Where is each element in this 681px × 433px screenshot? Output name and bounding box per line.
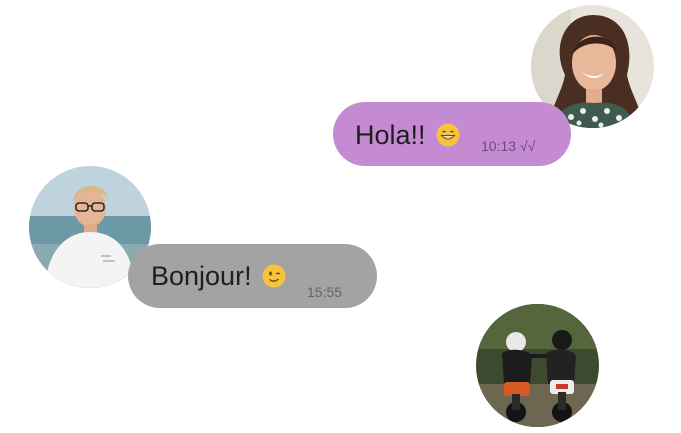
outgoing-message: Hola!! bbox=[355, 122, 460, 149]
message-time: 10:13 bbox=[481, 138, 517, 154]
message-meta: 15:55 bbox=[307, 285, 342, 299]
outgoing-message-bubble[interactable]: Hola!! 10:13 √√ bbox=[333, 102, 571, 166]
chat-canvas: Hola!! 10:13 √√ Bonjour! 15:55 bbox=[0, 0, 681, 433]
message-time: 15:55 bbox=[307, 284, 343, 300]
message-meta: 10:13 √√ bbox=[481, 139, 535, 153]
riders-avatar[interactable] bbox=[476, 304, 599, 427]
incoming-message: Bonjour! bbox=[151, 263, 286, 290]
grinning-face-emoji-icon bbox=[436, 123, 460, 147]
message-text: Hola!! bbox=[355, 120, 426, 150]
read-status: √√ bbox=[520, 138, 536, 154]
winking-face-emoji-icon bbox=[262, 264, 286, 288]
message-text: Bonjour! bbox=[151, 261, 252, 291]
incoming-message-bubble[interactable]: Bonjour! 15:55 bbox=[128, 244, 377, 308]
